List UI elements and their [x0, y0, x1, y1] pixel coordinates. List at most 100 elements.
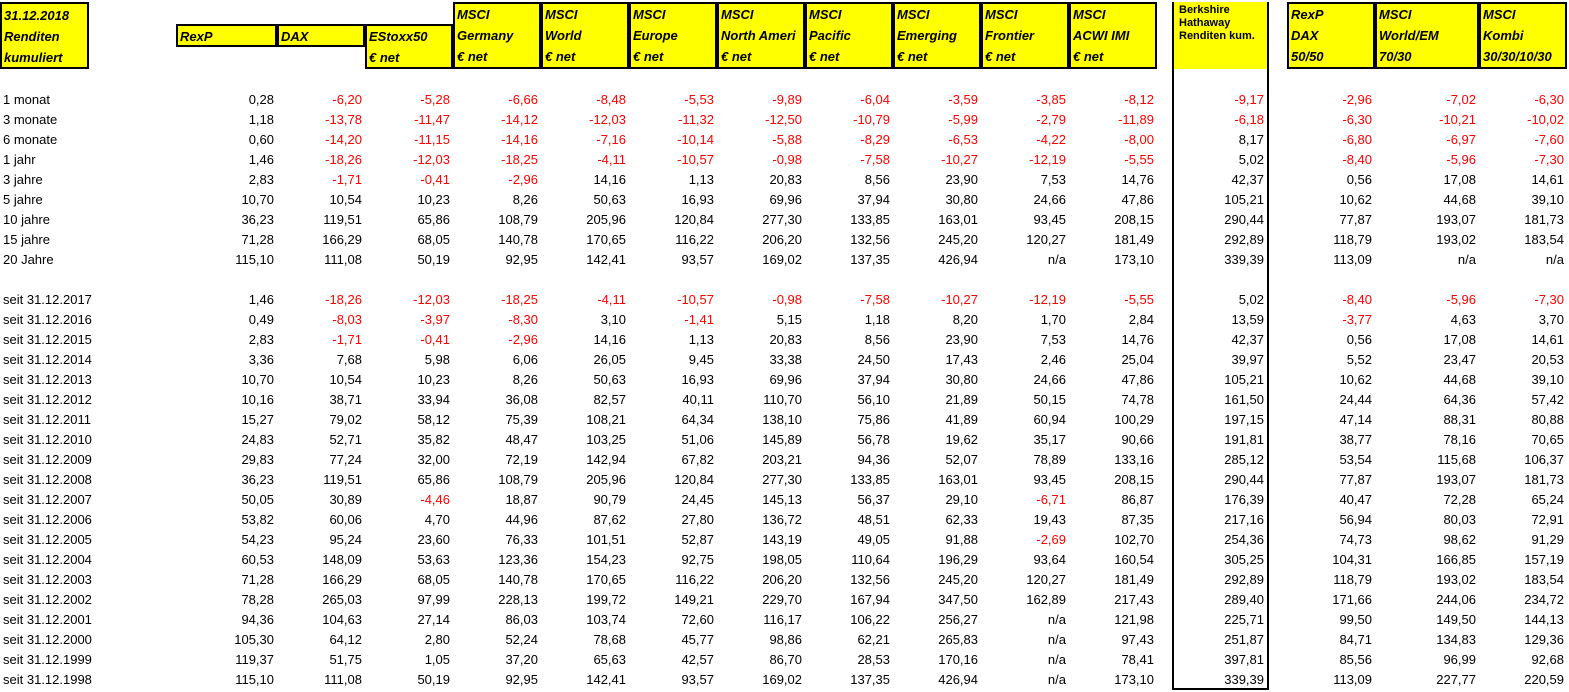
- data-cell[interactable]: 93,57: [629, 250, 717, 270]
- data-cell[interactable]: 52,07: [893, 450, 981, 470]
- data-cell[interactable]: 115,10: [176, 250, 277, 270]
- data-cell[interactable]: 74,78: [1069, 390, 1157, 410]
- row-label[interactable]: 1 jahr: [0, 150, 176, 170]
- data-cell[interactable]: 40,11: [629, 390, 717, 410]
- data-cell[interactable]: 105,21: [1173, 190, 1267, 210]
- row-label[interactable]: 1 monat: [0, 90, 176, 110]
- data-cell[interactable]: 53,63: [365, 550, 453, 570]
- data-cell[interactable]: 115,68: [1375, 450, 1479, 470]
- data-cell[interactable]: 36,23: [176, 210, 277, 230]
- data-cell[interactable]: 106,22: [805, 610, 893, 630]
- data-cell[interactable]: 7,68: [277, 350, 365, 370]
- data-cell[interactable]: -5,55: [1069, 290, 1157, 310]
- data-cell[interactable]: 53,82: [176, 510, 277, 530]
- data-cell[interactable]: 181,49: [1069, 570, 1157, 590]
- row-label[interactable]: seit 31.12.2008: [0, 470, 176, 490]
- row-label[interactable]: seit 31.12.2014: [0, 350, 176, 370]
- data-cell[interactable]: 42,57: [629, 650, 717, 670]
- data-cell[interactable]: 118,79: [1287, 230, 1375, 250]
- data-cell[interactable]: 76,33: [453, 530, 541, 550]
- data-cell[interactable]: 123,36: [453, 550, 541, 570]
- data-cell[interactable]: 30,80: [893, 370, 981, 390]
- data-cell[interactable]: 206,20: [717, 230, 805, 250]
- data-cell[interactable]: 169,02: [717, 670, 805, 690]
- data-cell[interactable]: 6,06: [453, 350, 541, 370]
- data-cell[interactable]: 205,96: [541, 210, 629, 230]
- data-cell[interactable]: 119,51: [277, 210, 365, 230]
- data-cell[interactable]: -0,98: [717, 150, 805, 170]
- data-cell[interactable]: 44,68: [1375, 190, 1479, 210]
- data-cell[interactable]: 265,03: [277, 590, 365, 610]
- data-cell[interactable]: 23,90: [893, 330, 981, 350]
- data-cell[interactable]: 56,10: [805, 390, 893, 410]
- data-cell[interactable]: 24,44: [1287, 390, 1375, 410]
- data-cell[interactable]: 133,16: [1069, 450, 1157, 470]
- data-cell[interactable]: 60,06: [277, 510, 365, 530]
- row-label[interactable]: 3 monate: [0, 110, 176, 130]
- data-cell[interactable]: 87,62: [541, 510, 629, 530]
- data-cell[interactable]: 44,68: [1375, 370, 1479, 390]
- data-cell[interactable]: 254,36: [1173, 530, 1267, 550]
- data-cell[interactable]: 54,23: [176, 530, 277, 550]
- data-cell[interactable]: 277,30: [717, 470, 805, 490]
- row-label[interactable]: seit 31.12.2007: [0, 490, 176, 510]
- data-cell[interactable]: -8,29: [805, 130, 893, 150]
- data-cell[interactable]: 108,79: [453, 470, 541, 490]
- data-cell[interactable]: -6,53: [893, 130, 981, 150]
- data-cell[interactable]: 77,87: [1287, 210, 1375, 230]
- data-cell[interactable]: 228,13: [453, 590, 541, 610]
- data-cell[interactable]: 78,16: [1375, 430, 1479, 450]
- data-cell[interactable]: 118,79: [1287, 570, 1375, 590]
- data-cell[interactable]: -0,98: [717, 290, 805, 310]
- data-cell[interactable]: 145,13: [717, 490, 805, 510]
- data-cell[interactable]: 2,84: [1069, 310, 1157, 330]
- data-cell[interactable]: 5,15: [717, 310, 805, 330]
- data-cell[interactable]: 161,50: [1173, 390, 1267, 410]
- data-cell[interactable]: 10,70: [176, 190, 277, 210]
- data-cell[interactable]: 103,25: [541, 430, 629, 450]
- data-cell[interactable]: 10,54: [277, 370, 365, 390]
- data-cell[interactable]: 208,15: [1069, 470, 1157, 490]
- data-cell[interactable]: -14,12: [453, 110, 541, 130]
- data-cell[interactable]: 30,80: [893, 190, 981, 210]
- data-cell[interactable]: 93,64: [981, 550, 1069, 570]
- data-cell[interactable]: 98,62: [1375, 530, 1479, 550]
- data-cell[interactable]: 75,86: [805, 410, 893, 430]
- data-cell[interactable]: 199,72: [541, 590, 629, 610]
- row-label[interactable]: 15 jahre: [0, 230, 176, 250]
- data-cell[interactable]: 2,80: [365, 630, 453, 650]
- data-cell[interactable]: 62,21: [805, 630, 893, 650]
- data-cell[interactable]: 7,53: [981, 170, 1069, 190]
- data-cell[interactable]: 245,20: [893, 570, 981, 590]
- data-cell[interactable]: 33,38: [717, 350, 805, 370]
- data-cell[interactable]: 181,49: [1069, 230, 1157, 250]
- data-cell[interactable]: 134,83: [1375, 630, 1479, 650]
- data-cell[interactable]: -6,71: [981, 490, 1069, 510]
- data-cell[interactable]: 140,78: [453, 230, 541, 250]
- data-cell[interactable]: 0,49: [176, 310, 277, 330]
- data-cell[interactable]: 93,45: [981, 470, 1069, 490]
- data-cell[interactable]: 45,77: [629, 630, 717, 650]
- data-cell[interactable]: 48,47: [453, 430, 541, 450]
- data-cell[interactable]: -2,96: [453, 330, 541, 350]
- data-cell[interactable]: 39,97: [1173, 350, 1267, 370]
- data-cell[interactable]: 10,23: [365, 370, 453, 390]
- data-cell[interactable]: 305,25: [1173, 550, 1267, 570]
- data-cell[interactable]: -8,12: [1069, 90, 1157, 110]
- data-cell[interactable]: 106,37: [1479, 450, 1567, 470]
- data-cell[interactable]: 93,57: [629, 670, 717, 690]
- data-cell[interactable]: -8,30: [453, 310, 541, 330]
- data-cell[interactable]: -8,00: [1069, 130, 1157, 150]
- data-cell[interactable]: -10,27: [893, 290, 981, 310]
- data-cell[interactable]: 225,71: [1173, 610, 1267, 630]
- data-cell[interactable]: 72,60: [629, 610, 717, 630]
- data-cell[interactable]: 39,10: [1479, 190, 1567, 210]
- data-cell[interactable]: 47,86: [1069, 370, 1157, 390]
- data-cell[interactable]: 244,06: [1375, 590, 1479, 610]
- data-cell[interactable]: 14,76: [1069, 330, 1157, 350]
- data-cell[interactable]: 137,35: [805, 670, 893, 690]
- data-cell[interactable]: -10,57: [629, 290, 717, 310]
- data-cell[interactable]: n/a: [981, 670, 1069, 690]
- data-cell[interactable]: -6,97: [1375, 130, 1479, 150]
- data-cell[interactable]: 227,77: [1375, 670, 1479, 690]
